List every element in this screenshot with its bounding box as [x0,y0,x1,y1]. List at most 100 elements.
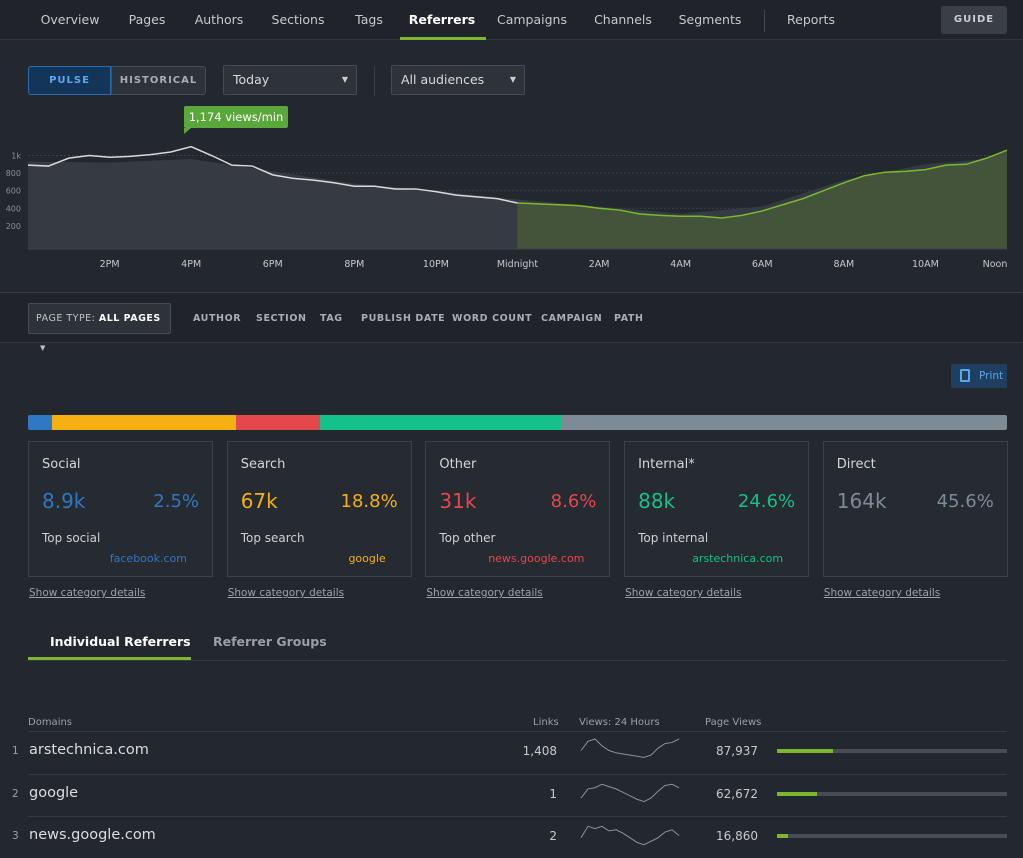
y-tick-label: 800 [6,169,21,178]
tab-reports[interactable]: Reports [787,0,835,40]
tab-campaigns[interactable]: Campaigns [497,0,567,40]
filter-tag[interactable]: TAG [320,293,343,344]
top-label: Top search [240,531,305,545]
top-label: Top other [439,531,496,545]
tab-tags[interactable]: Tags [355,0,383,40]
filter-bar: PAGE TYPE: ALL PAGES ▼ AUTHOR SECTION TAG P… [0,292,1023,352]
print-label: Print [979,370,1004,382]
tab-pages[interactable]: Pages [129,0,166,40]
top-referrer-link[interactable]: facebook.com [110,552,187,565]
caret-down-icon: ▼ [341,75,348,84]
show-category-details-link[interactable]: Show category details [29,587,145,599]
pulse-toggle[interactable]: PULSE [28,66,111,95]
col-domains[interactable]: Domains [28,717,72,728]
share-segment-3 [320,415,562,430]
category-count: 67k [240,489,278,513]
sparkline [580,825,680,846]
divider [764,10,765,32]
links-count: 1 [549,786,557,801]
links-count: 1,408 [522,744,557,758]
sparkline [580,783,680,802]
filter-author[interactable]: AUTHOR [193,293,241,344]
tab-authors[interactable]: Authors [195,0,244,40]
table-row[interactable]: 2 google 1 62,672 [0,773,1023,816]
period-dropdown[interactable]: Today ▼ [223,65,357,95]
divider [374,66,375,96]
share-segment-2 [236,415,321,430]
views-chart: 1k 800 600 400 200 2PM 4PM 6PM 8PM 10PM Midnight 2A… [6,106,1007,270]
show-category-details-link[interactable]: Show category details [228,587,344,599]
filter-publish-date[interactable]: PUBLISH DATE [361,293,445,344]
tab-segments[interactable]: Segments [679,0,742,40]
tab-individual-referrers[interactable]: Individual Referrers [50,634,191,649]
share-segment-1 [52,415,237,430]
peak-tooltip: 1,174 views/min [184,106,288,134]
y-tick-label: 400 [6,204,21,213]
top-label: Top internal [638,531,709,545]
top-referrer-link[interactable]: news.google.com [488,552,584,565]
show-category-details-link[interactable]: Show category details [426,587,542,599]
guide-button[interactable]: GUIDE [941,6,1007,34]
x-tick-label: 8AM [833,259,854,270]
show-category-details-link[interactable]: Show category details [824,587,940,599]
category-card: Social 8.9k 2.5% Top social facebook.com [28,441,213,577]
caret-down-icon: ▼ [40,344,46,352]
x-tick-label: 6AM [752,259,773,270]
col-page-views[interactable]: Page Views [705,717,761,728]
table-row[interactable]: 1 arstechnica.com 1,408 87,937 [0,731,1023,773]
table-row[interactable]: 3 news.google.com 2 16,860 [0,816,1023,858]
y-tick-label: 200 [6,222,21,231]
share-bar [777,749,1007,753]
audience-dropdown[interactable]: All audiences ▼ [391,65,525,95]
tooltip-text: 1,174 views/min [189,110,284,124]
row-divider [28,731,1007,732]
top-referrer-link[interactable]: google [348,552,385,565]
category-title: Other [439,457,477,472]
page-views: 87,937 [716,744,758,758]
domain-link[interactable]: news.google.com [29,827,156,843]
filter-path[interactable]: PATH [614,293,644,344]
tab-referrers[interactable]: Referrers [409,0,475,40]
show-category-details-link[interactable]: Show category details [625,587,741,599]
category-card: Direct 164k 45.6% [822,441,1008,577]
category-percent: 45.6% [936,491,994,512]
top-label: Top social [42,531,101,545]
category-percent: 2.5% [153,491,199,512]
x-tick-label: 8PM [344,259,364,270]
row-divider [28,773,1007,775]
category-card: Other 31k 8.6% Top other news.google.com [425,441,611,577]
tab-channels[interactable]: Channels [594,0,652,40]
page-type-dropdown[interactable]: PAGE TYPE: ALL PAGES ▼ [28,303,171,352]
rank: 3 [12,830,19,842]
domain-link[interactable]: arstechnica.com [29,742,149,758]
tab-sections[interactable]: Sections [272,0,325,40]
print-button[interactable]: Print [951,364,1007,388]
period-value: Today [233,72,270,87]
caret-down-icon: ▼ [509,75,516,84]
x-tick-label: 2PM [100,259,120,270]
page-type-value: ALL PAGES [98,313,161,324]
domain-link[interactable]: google [29,785,78,801]
filter-section[interactable]: SECTION [256,293,307,344]
share-fill [777,791,818,796]
top-nav: Overview Pages Authors Sections Tags Referrer… [0,0,1023,40]
sparkline-path [580,825,680,846]
category-percent: 8.6% [550,491,597,512]
tab-referrer-groups[interactable]: Referrer Groups [213,634,327,649]
historical-toggle[interactable]: HISTORICAL [111,66,206,95]
filter-word-count[interactable]: WORD COUNT [452,293,532,344]
category-title: Internal* [638,457,695,472]
tab-overview[interactable]: Overview [41,0,100,40]
share-segment-4 [561,415,1007,430]
active-tab-underline [400,37,486,40]
top-referrer-link[interactable]: arstechnica.com [692,552,783,565]
rank: 2 [12,787,19,800]
filter-campaign[interactable]: CAMPAIGN [541,293,602,344]
x-tick-label: Midnight [497,259,539,270]
category-title: Direct [836,457,876,472]
category-card: Search 67k 18.8% Top search google [226,441,412,577]
page-type-label: PAGE TYPE: [36,313,96,324]
x-tick-label: 6PM [263,259,283,270]
col-links[interactable]: Links [533,717,559,728]
share-segment-0 [28,415,53,430]
